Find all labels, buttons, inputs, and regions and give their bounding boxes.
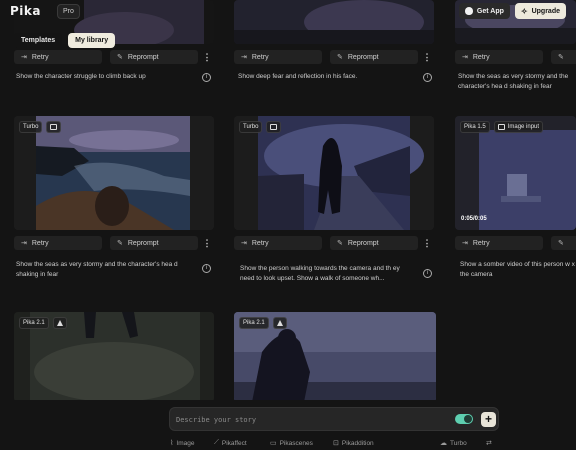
card-actions: ⇥ Retry ✎ [455, 50, 576, 64]
reprompt-button[interactable]: ✎ [551, 50, 576, 64]
image-icon [497, 124, 505, 130]
retry-button[interactable]: ⇥ Retry [14, 50, 102, 64]
pika-logo[interactable]: Pika [10, 4, 41, 18]
info-icon[interactable]: i [423, 269, 432, 278]
card-actions: ⇥ Retry ✎ Reprompt ⋮ [234, 236, 432, 250]
video-thumbnail [14, 116, 214, 230]
retry-button[interactable]: ⇥ Retry [455, 50, 543, 64]
reprompt-icon: ✎ [117, 240, 123, 247]
retry-icon: ⇥ [21, 54, 27, 61]
reprompt-button[interactable]: ✎ Reprompt [330, 236, 418, 250]
prompt-bar: + [169, 407, 499, 431]
image-input-badge: Image input [493, 121, 544, 133]
retry-button[interactable]: ⇥ Retry [234, 50, 322, 64]
reprompt-icon: ✎ [337, 54, 343, 61]
image-icon [46, 121, 62, 133]
retry-button[interactable]: ⇥ Retry [455, 236, 543, 250]
more-options-icon[interactable]: ⋮ [202, 236, 212, 250]
video-thumbnail [455, 116, 576, 230]
addition-icon: ⊡ [333, 440, 339, 447]
reprompt-button[interactable]: ✎ [551, 236, 576, 250]
get-app-button[interactable]: Get App [458, 3, 510, 19]
card-actions: ⇥ Retry ✎ Reprompt ⋮ [14, 236, 212, 250]
wand-icon: ⟋ [214, 439, 219, 446]
upgrade-button[interactable]: ✧ Upgrade [514, 3, 566, 19]
model-badge: Turbo [19, 121, 43, 133]
tool-turbo[interactable]: ☁ Turbo [440, 439, 467, 448]
reprompt-icon: ✎ [117, 54, 123, 61]
info-icon[interactable]: i [423, 73, 432, 82]
prompt-description: Show a somber video of this person w x t… [460, 261, 575, 278]
apple-icon [464, 7, 473, 15]
video-card[interactable]: Turbo [234, 116, 434, 230]
reprompt-button[interactable]: ✎ Reprompt [110, 236, 198, 250]
reprompt-icon: ✎ [337, 240, 343, 247]
model-badge: Pika 2.1 [19, 317, 49, 329]
reprompt-icon: ✎ [558, 54, 564, 61]
model-badge: Pika 1.5 [460, 121, 490, 133]
reprompt-icon: ✎ [558, 240, 564, 247]
upgrade-icon: ✧ [520, 6, 528, 16]
tool-image[interactable]: ⌇ Image [170, 439, 195, 448]
model-badge: Turbo [239, 121, 263, 133]
prompt-description: Show the seas as very stormy and the cha… [458, 73, 569, 90]
scenes-icon: ▭ [270, 440, 277, 447]
retry-icon: ⇥ [241, 240, 247, 247]
info-icon[interactable]: i [202, 73, 211, 82]
more-options-icon[interactable]: ⋮ [202, 50, 212, 64]
plan-badge: Pro [57, 3, 80, 19]
retry-icon: ⇥ [462, 54, 468, 61]
retry-icon: ⇥ [21, 240, 27, 247]
card-actions: ⇥ Retry ✎ Reprompt ⋮ [14, 50, 212, 64]
tab-my-library[interactable]: My library [68, 33, 116, 48]
video-card[interactable]: Pika 2.1 [234, 312, 436, 402]
video-timecode: 0:05/0:05 [461, 216, 487, 222]
top-bar: Pika Pro Get App ✧ Upgrade [0, 0, 576, 22]
video-thumbnail [234, 116, 434, 230]
tab-templates[interactable]: Templates [14, 33, 63, 48]
tool-pikaddition[interactable]: ⊡ Pikaddition [333, 439, 374, 448]
video-card[interactable]: Pika 2.1 [14, 312, 214, 402]
cloud-icon: ☁ [440, 440, 447, 447]
card-actions: ⇥ Retry ✎ Reprompt ⋮ [234, 50, 432, 64]
paperclip-icon: ⌇ [170, 440, 174, 447]
tool-pikascenes[interactable]: ▭ Pikascenes [270, 439, 313, 448]
prompt-input[interactable] [176, 413, 446, 427]
info-icon[interactable]: i [202, 264, 211, 273]
tool-pikaffect[interactable]: ⟋ Pikaffect [214, 439, 247, 447]
image-icon [266, 121, 282, 133]
retry-button[interactable]: ⇥ Retry [14, 236, 102, 250]
library-tabs: Templates My library [14, 33, 116, 48]
upload-icon [272, 317, 287, 329]
reprompt-button[interactable]: ✎ Reprompt [110, 50, 198, 64]
add-button[interactable]: + [481, 412, 496, 427]
prompt-description: Show the person walking towards the came… [240, 265, 400, 282]
reprompt-button[interactable]: ✎ Reprompt [330, 50, 418, 64]
prompt-description: Show the character struggle to climb bac… [16, 73, 146, 80]
retry-icon: ⇥ [241, 54, 247, 61]
upload-icon [52, 317, 67, 329]
prompt-description: Show the seas as very stormy and the cha… [16, 261, 178, 278]
model-badge: Pika 2.1 [239, 317, 269, 329]
more-options-icon[interactable]: ⋮ [422, 236, 432, 250]
card-actions: ⇥ Retry ✎ [455, 236, 576, 250]
settings-sliders-icon[interactable]: ⇄ [486, 439, 492, 447]
retry-button[interactable]: ⇥ Retry [234, 236, 322, 250]
toggle-switch[interactable] [455, 414, 473, 424]
more-options-icon[interactable]: ⋮ [422, 50, 432, 64]
video-card[interactable]: Pika 1.5 Image input 0:05/0:05 [455, 116, 576, 230]
prompt-description: Show deep fear and reflection in his fac… [238, 73, 358, 80]
video-card[interactable]: Turbo [14, 116, 214, 230]
retry-icon: ⇥ [462, 240, 468, 247]
